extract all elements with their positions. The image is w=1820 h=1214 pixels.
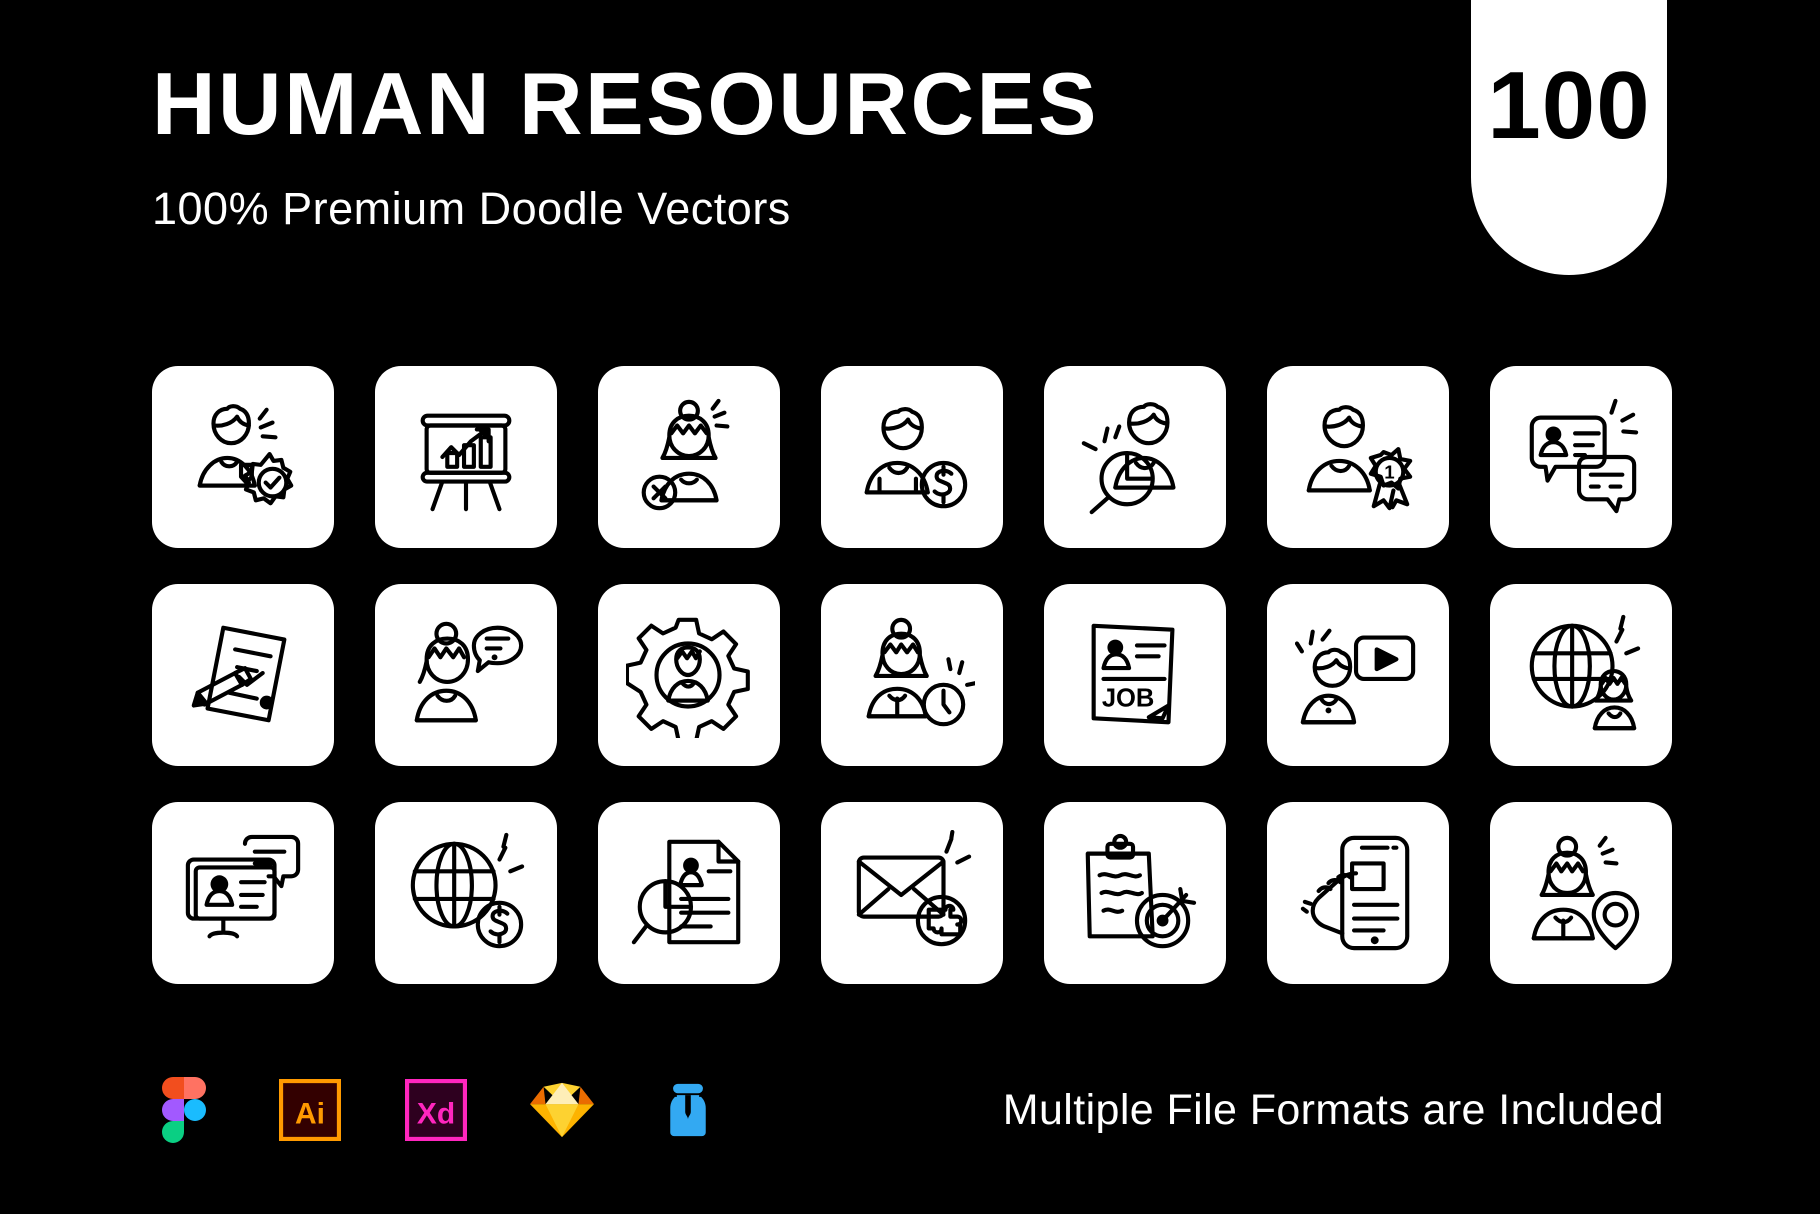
person-clock-icon — [866, 617, 975, 727]
person-gear-check-icon — [197, 404, 294, 506]
icon-tile-hr-settings[interactable] — [598, 584, 780, 766]
envelope-puzzle-icon — [856, 830, 972, 947]
award-rank-text: 1 — [1384, 462, 1394, 483]
icon-tile-contract-signing[interactable] — [152, 584, 334, 766]
icon-tile-interview-chat[interactable] — [1490, 366, 1672, 548]
gear-person-icon — [626, 617, 750, 738]
person-award-ribbon-icon: 1 — [1306, 405, 1413, 511]
icon-tile-working-hours[interactable] — [821, 584, 1003, 766]
hand-tap-phone-icon — [1300, 835, 1410, 951]
icon-tile-job-posting[interactable]: JOB — [1044, 584, 1226, 766]
poster-canvas: 100 HUMAN RESOURCES 100% Premium Doodle … — [0, 0, 1820, 1214]
icon-tile-email-integration[interactable] — [821, 802, 1003, 984]
icon-grid: 1 JOB — [152, 366, 1672, 984]
magnifier-resume-icon — [631, 839, 741, 945]
icon-tile-employee-feedback[interactable] — [375, 584, 557, 766]
document-pencil-sign-icon — [191, 625, 287, 723]
globe-person-icon — [1529, 614, 1641, 731]
icon-tile-goal-checklist[interactable] — [1044, 802, 1226, 984]
person-video-player-icon — [1295, 628, 1416, 725]
file-format-list: Ai Xd — [152, 1077, 720, 1143]
chat-bubbles-profile-icon — [1529, 398, 1639, 514]
adobe-illustrator-icon: Ai — [278, 1078, 342, 1142]
icon-count-value: 100 — [1487, 52, 1651, 159]
icon-tile-resume-search[interactable] — [598, 802, 780, 984]
icon-tile-global-payroll[interactable] — [375, 802, 557, 984]
job-document-text: JOB — [1102, 685, 1155, 713]
icon-count-badge: 100 — [1471, 0, 1667, 275]
sketch-icon — [530, 1078, 594, 1142]
poster-header: HUMAN RESOURCES 100% Premium Doodle Vect… — [152, 54, 1412, 234]
job-document-icon: JOB — [1091, 623, 1175, 725]
footer-note: Multiple File Formats are Included — [1002, 1085, 1664, 1134]
icon-tile-employee-location[interactable] — [1490, 802, 1672, 984]
icon-tile-employee-management[interactable] — [152, 366, 334, 548]
icon-tile-employee-salary[interactable] — [821, 366, 1003, 548]
monitor-profile-chat-icon — [185, 834, 301, 939]
icon-tile-online-profile[interactable] — [152, 802, 334, 984]
figma-icon — [152, 1077, 216, 1143]
clipboard-target-icon — [1085, 833, 1197, 949]
icon-tile-presentation-chart[interactable] — [375, 366, 557, 548]
page-subtitle: 100% Premium Doodle Vectors — [152, 183, 791, 234]
person-dollar-icon — [864, 407, 968, 509]
icon-tile-mobile-apply[interactable] — [1267, 802, 1449, 984]
icon-tile-candidate-search[interactable] — [1044, 366, 1226, 548]
iconjar-icon — [656, 1078, 720, 1142]
poster-footer: Ai Xd Multiple File Formats are Included — [152, 1055, 1672, 1165]
icon-tile-best-employee[interactable]: 1 — [1267, 366, 1449, 548]
illustrator-label: Ai — [295, 1097, 325, 1130]
icon-tile-video-training[interactable] — [1267, 584, 1449, 766]
adobe-xd-icon: Xd — [404, 1078, 468, 1142]
icon-tile-global-team[interactable] — [1490, 584, 1672, 766]
page-title: HUMAN RESOURCES — [152, 54, 1099, 153]
icon-tile-employee-reject[interactable] — [598, 366, 780, 548]
person-magnifier-icon — [1081, 402, 1176, 515]
presentation-board-chart-icon — [420, 413, 512, 512]
person-remove-icon — [641, 398, 730, 511]
person-map-pin-icon — [1531, 835, 1640, 951]
person-speech-bubble-icon — [414, 621, 524, 723]
globe-dollar-icon — [410, 832, 525, 949]
xd-label: Xd — [417, 1097, 455, 1130]
